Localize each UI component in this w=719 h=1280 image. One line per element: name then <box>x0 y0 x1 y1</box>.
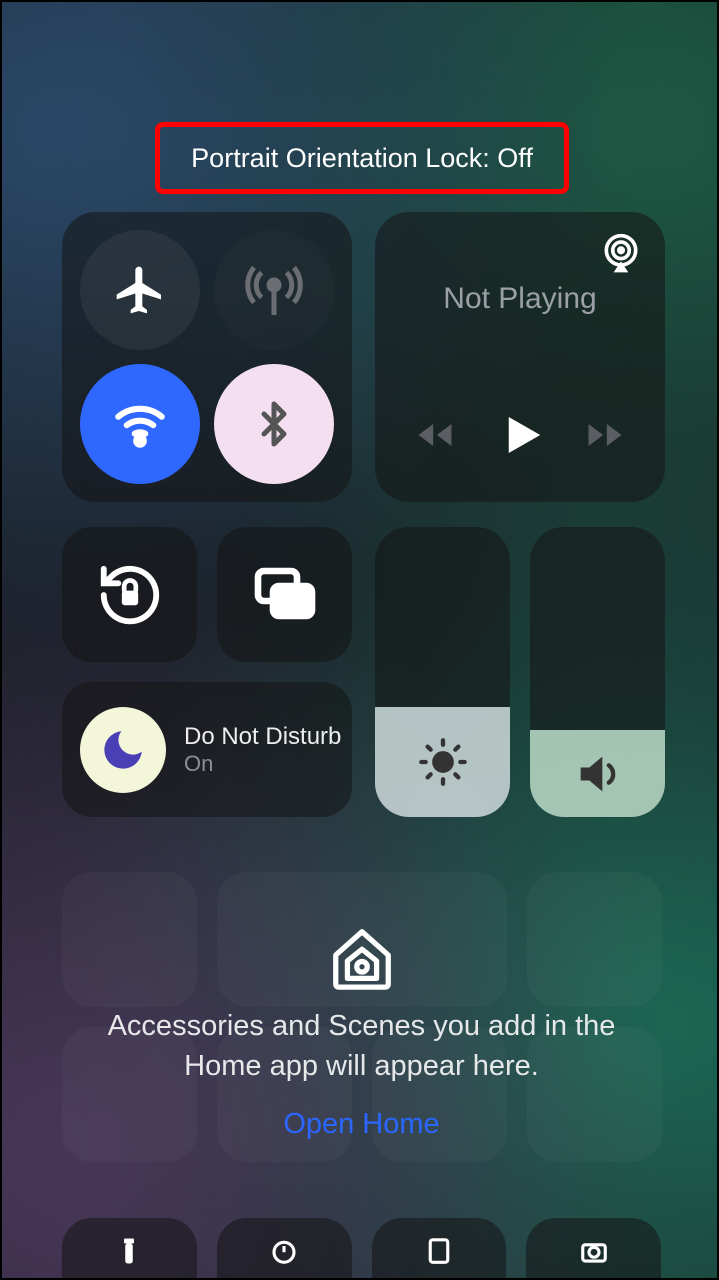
calculator-icon <box>424 1236 454 1266</box>
orientation-lock-icon <box>95 560 165 630</box>
brightness-slider[interactable] <box>375 527 510 817</box>
home-icon <box>327 923 397 993</box>
home-accessories-area: Accessories and Scenes you add in the Ho… <box>62 872 661 1192</box>
moon-icon <box>80 707 166 793</box>
dnd-label-group: Do Not Disturb On <box>184 723 341 776</box>
wifi-icon <box>111 395 169 453</box>
play-button[interactable] <box>493 408 547 462</box>
camera-button[interactable] <box>526 1218 661 1278</box>
cellular-data-button[interactable] <box>214 230 334 350</box>
bluetooth-icon <box>250 394 298 454</box>
open-home-link[interactable]: Open Home <box>283 1108 439 1141</box>
volume-slider[interactable] <box>530 527 665 817</box>
status-banner-text: Portrait Orientation Lock: Off <box>191 143 533 174</box>
wifi-button[interactable] <box>80 364 200 484</box>
airplane-icon <box>112 262 168 318</box>
home-message: Accessories and Scenes you add in the Ho… <box>82 1007 642 1085</box>
flashlight-button[interactable] <box>62 1218 197 1278</box>
orientation-lock-button[interactable] <box>62 527 197 662</box>
cellular-antenna-icon <box>244 260 304 320</box>
sun-icon <box>417 736 469 788</box>
timer-icon <box>269 1236 299 1266</box>
airplane-mode-button[interactable] <box>80 230 200 350</box>
connectivity-tile[interactable] <box>62 212 352 502</box>
calculator-button[interactable] <box>372 1218 507 1278</box>
orientation-lock-status-banner: Portrait Orientation Lock: Off <box>155 122 569 194</box>
do-not-disturb-button[interactable]: Do Not Disturb On <box>62 682 352 817</box>
timer-button[interactable] <box>217 1218 352 1278</box>
dnd-status: On <box>184 751 341 776</box>
media-player-tile[interactable]: Not Playing <box>375 212 665 502</box>
airplay-icon[interactable] <box>599 232 643 276</box>
screen-mirroring-button[interactable] <box>217 527 352 662</box>
screen-mirroring-icon <box>249 559 321 631</box>
rewind-button[interactable] <box>413 413 457 457</box>
dnd-title: Do Not Disturb <box>184 723 341 751</box>
forward-button[interactable] <box>583 413 627 457</box>
flashlight-icon <box>114 1236 144 1266</box>
bottom-shortcuts-row <box>62 1218 661 1278</box>
bluetooth-button[interactable] <box>214 364 334 484</box>
speaker-icon <box>572 748 624 800</box>
camera-icon <box>579 1236 609 1266</box>
media-title: Not Playing <box>375 282 665 316</box>
